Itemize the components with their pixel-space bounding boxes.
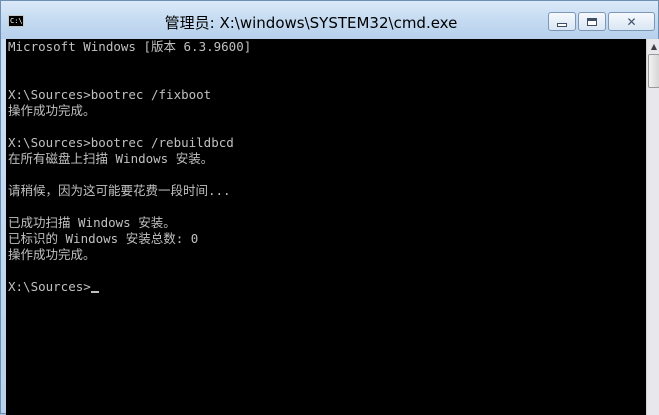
console-line: 操作成功完成。 xyxy=(8,247,96,262)
console-output[interactable]: Microsoft Windows [版本 6.3.9600] X:\Sourc… xyxy=(6,39,646,415)
console-line: X:\Sources>bootrec /rebuildbcd xyxy=(8,135,234,150)
scroll-up-arrow-icon[interactable]: ▲ xyxy=(647,39,659,53)
console-line: 请稍候，因为这可能要花费一段时间... xyxy=(8,183,231,198)
cmd-window: C:\ 管理员: X:\windows\SYSTEM32\cmd.exe ✕ M… xyxy=(0,0,659,415)
scroll-thumb[interactable] xyxy=(648,54,659,88)
console-line: 已成功扫描 Windows 安装。 xyxy=(8,215,176,230)
console-line: Microsoft Windows [版本 6.3.9600] xyxy=(8,39,252,54)
minimize-button[interactable] xyxy=(548,12,576,31)
maximize-button[interactable] xyxy=(578,12,606,31)
console-line: 已标识的 Windows 安装总数: 0 xyxy=(8,231,199,246)
minimize-icon xyxy=(557,22,567,27)
caption-buttons: ✕ xyxy=(548,12,655,31)
title-bar[interactable]: C:\ 管理员: X:\windows\SYSTEM32\cmd.exe ✕ xyxy=(1,1,658,39)
console-line: 操作成功完成。 xyxy=(8,103,96,118)
console-prompt-line[interactable]: X:\Sources> xyxy=(6,279,646,295)
close-icon: ✕ xyxy=(626,14,637,29)
maximize-icon xyxy=(587,17,597,26)
console-prompt: X:\Sources> xyxy=(8,279,91,294)
console-line: X:\Sources>bootrec /fixboot xyxy=(8,87,212,102)
vertical-scrollbar[interactable]: ▲ xyxy=(646,39,659,415)
window-title: 管理员: X:\windows\SYSTEM32\cmd.exe xyxy=(164,14,458,32)
text-cursor xyxy=(90,291,99,293)
close-button[interactable]: ✕ xyxy=(608,12,655,31)
console-line: 在所有磁盘上扫描 Windows 安装。 xyxy=(8,151,214,166)
